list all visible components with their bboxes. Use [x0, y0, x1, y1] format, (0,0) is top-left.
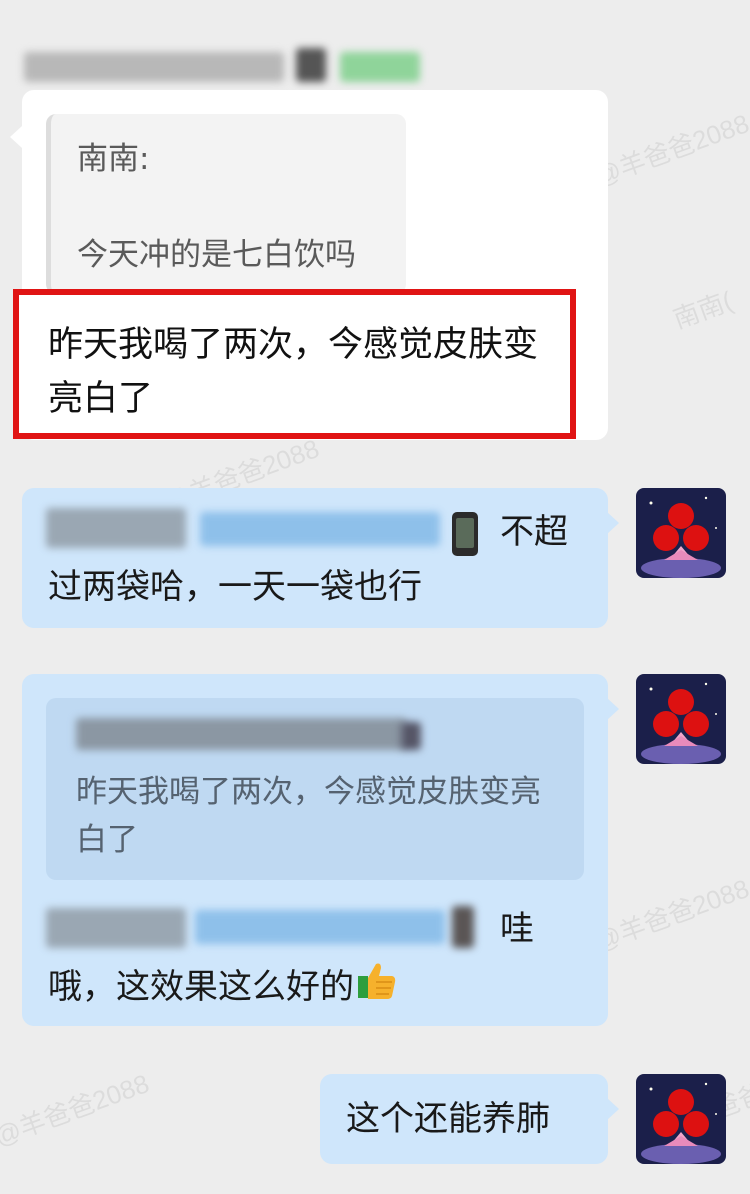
- bubble-tail: [607, 512, 619, 534]
- bubble-tail: [607, 698, 619, 720]
- avatar[interactable]: [636, 674, 726, 764]
- message-text-2b: 过两袋哈，一天一袋也行: [48, 567, 422, 607]
- watermark: @羊爸爸2088: [590, 873, 750, 957]
- phone-icon: [452, 512, 478, 556]
- thumbs-up-icon: [354, 958, 398, 1018]
- watermark: @羊爸爸2088: [590, 108, 750, 192]
- quote-author: 南南:: [77, 141, 150, 177]
- quote-block-3[interactable]: 昨天我喝了两次，今感觉皮肤变亮白了: [46, 698, 584, 880]
- message-text-2a: 不超: [500, 512, 568, 552]
- watermark: @羊爸爸2088: [0, 1068, 153, 1152]
- message-text-1: 昨天我喝了两次，今感觉皮肤变亮白了: [48, 325, 539, 419]
- avatar[interactable]: [636, 1074, 726, 1164]
- avatar-image: [636, 674, 726, 764]
- avatar-image: [636, 488, 726, 578]
- avatar[interactable]: [636, 488, 726, 578]
- message-text-3a: 哇: [500, 909, 534, 949]
- message-text-3b-content: 哦，这效果这么好的: [48, 967, 354, 1007]
- message-text-3b: 哦，这效果这么好的: [48, 958, 398, 1018]
- quote-text: 今天冲的是七白饮吗: [77, 237, 356, 273]
- message-text-4: 这个还能养肺: [346, 1099, 550, 1139]
- quote-block-1[interactable]: 南南: 今天冲的是七白饮吗: [46, 114, 406, 294]
- bubble-tail: [10, 126, 22, 148]
- avatar-image: [636, 1074, 726, 1164]
- bubble-tail: [607, 1098, 619, 1120]
- watermark: 南南(: [669, 285, 737, 335]
- quote-text: 昨天我喝了两次，今感觉皮肤变亮白了: [76, 774, 541, 858]
